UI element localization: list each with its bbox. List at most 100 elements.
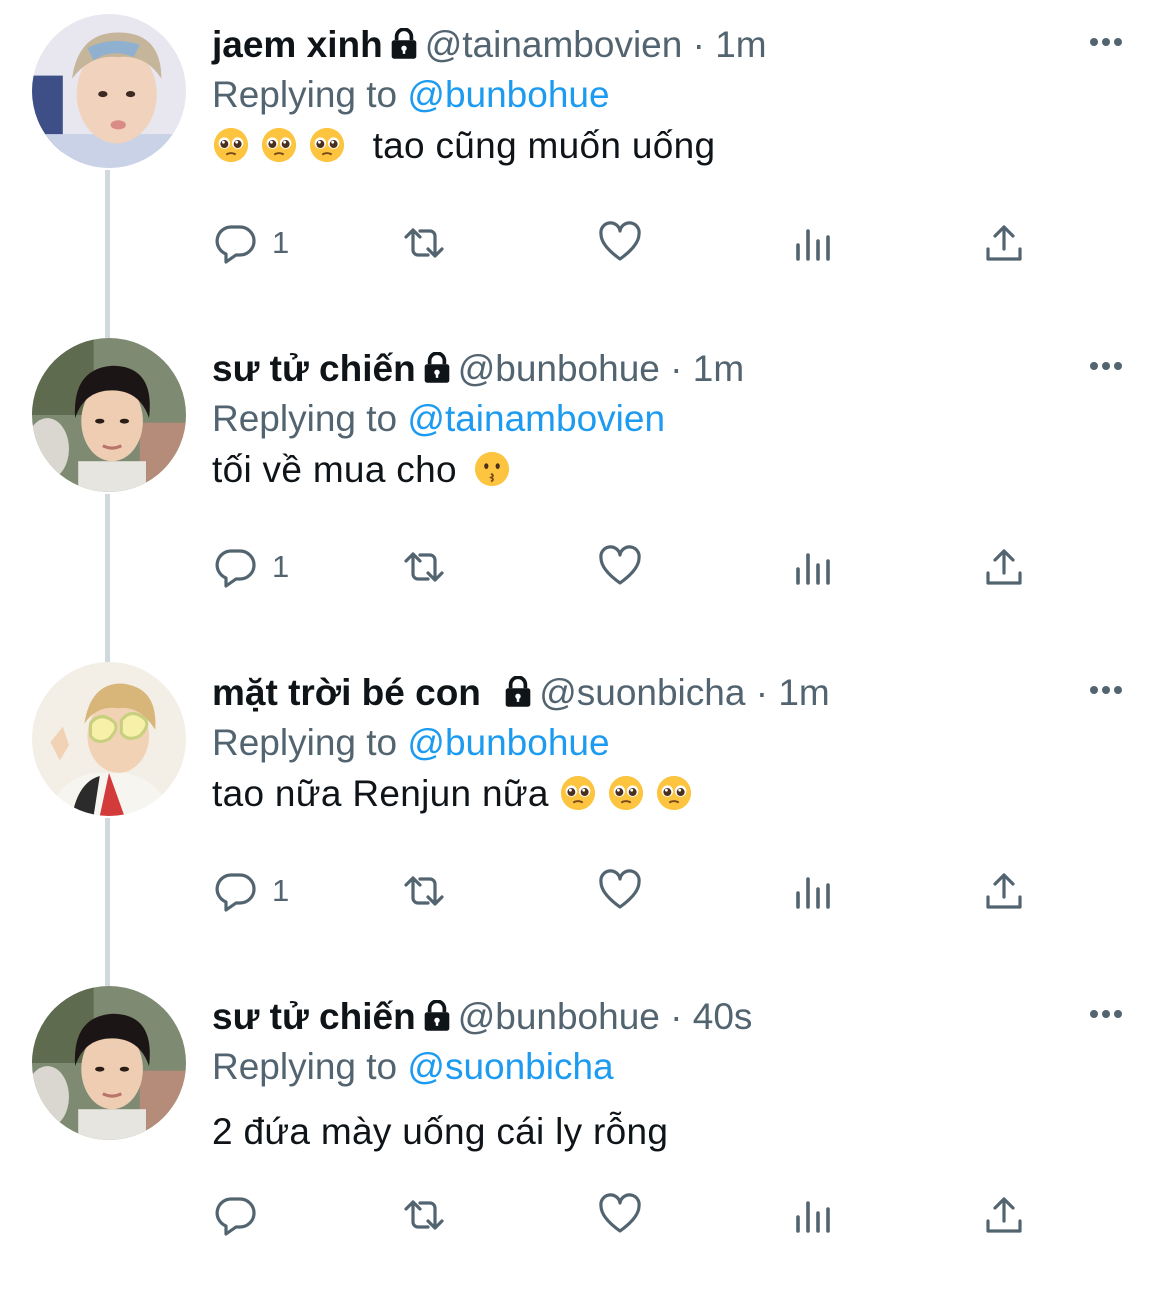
tweet-body: tao nữa Renjun nữa bbox=[212, 773, 549, 814]
retweet-button[interactable] bbox=[400, 218, 448, 268]
tweet-text: tao cũng muốn uống bbox=[212, 118, 715, 174]
reply-count: 1 bbox=[272, 549, 290, 584]
retweet-button[interactable] bbox=[400, 866, 448, 916]
user-handle[interactable]: @bunbohue bbox=[458, 996, 660, 1037]
reply-mention-link[interactable]: @bunbohue bbox=[407, 722, 609, 763]
tweet-actions: 1 bbox=[212, 866, 1062, 916]
pleading-face-emoji bbox=[559, 774, 597, 812]
reply-icon[interactable] bbox=[212, 543, 260, 591]
tweet[interactable]: mặt trời bé con @suonbicha · 1m Replying… bbox=[0, 648, 1170, 972]
avatar[interactable] bbox=[32, 14, 186, 168]
views-chart-icon[interactable] bbox=[790, 867, 838, 915]
separator-dot: · bbox=[670, 996, 683, 1037]
tweet-body: tối về mua cho bbox=[212, 449, 457, 490]
views-chart-icon[interactable] bbox=[790, 219, 838, 267]
pleading-face-emoji bbox=[607, 774, 645, 812]
reply-button[interactable]: 1 bbox=[212, 218, 289, 268]
retweet-button[interactable] bbox=[400, 1190, 448, 1240]
views-button[interactable] bbox=[790, 1190, 838, 1240]
retweet-icon[interactable] bbox=[400, 543, 448, 591]
heart-icon[interactable] bbox=[596, 543, 644, 591]
tweet[interactable]: jaem xinh @tainambovien · 1m Replying to … bbox=[0, 0, 1170, 324]
pleading-face-emoji bbox=[260, 126, 298, 164]
views-button[interactable] bbox=[790, 866, 838, 916]
tweet-actions: 1 bbox=[212, 218, 1062, 268]
lock-icon bbox=[389, 23, 419, 73]
tweet[interactable]: sư tử chiến @bunbohue · 40s Replying to @… bbox=[0, 972, 1170, 1296]
heart-icon[interactable] bbox=[596, 219, 644, 267]
reply-mention-link[interactable]: @tainambovien bbox=[407, 398, 665, 439]
heart-icon[interactable] bbox=[596, 867, 644, 915]
timestamp[interactable]: 1m bbox=[778, 672, 829, 713]
share-icon[interactable] bbox=[980, 219, 1028, 267]
display-name[interactable]: sư tử chiến bbox=[212, 348, 416, 389]
tweet-body: 2 đứa mày uống cái ly rỗng bbox=[212, 1111, 669, 1152]
like-button[interactable] bbox=[596, 218, 644, 268]
replying-to: Replying to @bunbohue bbox=[212, 70, 610, 120]
reply-icon[interactable] bbox=[212, 219, 260, 267]
user-handle[interactable]: @tainambovien bbox=[425, 24, 683, 65]
replying-to: Replying to @bunbohue bbox=[212, 718, 610, 768]
avatar[interactable] bbox=[32, 662, 186, 816]
share-button[interactable] bbox=[980, 542, 1028, 592]
tweet-header: sư tử chiến @bunbohue · 1m bbox=[212, 344, 744, 394]
like-button[interactable] bbox=[596, 1190, 644, 1240]
replying-to-label: Replying to bbox=[212, 74, 398, 115]
reply-button[interactable] bbox=[212, 1190, 272, 1240]
tweet-text: 2 đứa mày uống cái ly rỗng bbox=[212, 1104, 668, 1160]
separator-dot: · bbox=[692, 24, 705, 65]
like-button[interactable] bbox=[596, 542, 644, 592]
more-dots-icon[interactable] bbox=[1086, 22, 1126, 62]
tweet-text: tao nữa Renjun nữa bbox=[212, 766, 703, 822]
display-name[interactable]: sư tử chiến bbox=[212, 996, 416, 1037]
retweet-icon[interactable] bbox=[400, 219, 448, 267]
replying-to-label: Replying to bbox=[212, 722, 398, 763]
reply-button[interactable]: 1 bbox=[212, 542, 289, 592]
share-button[interactable] bbox=[980, 218, 1028, 268]
lock-icon bbox=[422, 347, 452, 397]
reply-icon[interactable] bbox=[212, 1191, 260, 1239]
share-button[interactable] bbox=[980, 1190, 1028, 1240]
separator-dot: · bbox=[670, 348, 683, 389]
avatar[interactable] bbox=[32, 338, 186, 492]
views-button[interactable] bbox=[790, 218, 838, 268]
reply-mention-link[interactable]: @suonbicha bbox=[407, 1046, 613, 1087]
heart-icon[interactable] bbox=[596, 1191, 644, 1239]
retweet-icon[interactable] bbox=[400, 1191, 448, 1239]
reply-button[interactable]: 1 bbox=[212, 866, 289, 916]
lock-icon bbox=[422, 995, 452, 1045]
tweet[interactable]: sư tử chiến @bunbohue · 1m Replying to @t… bbox=[0, 324, 1170, 648]
tweet-header: mặt trời bé con @suonbicha · 1m bbox=[212, 668, 830, 718]
timestamp[interactable]: 1m bbox=[693, 348, 744, 389]
timestamp[interactable]: 40s bbox=[693, 996, 753, 1037]
timestamp[interactable]: 1m bbox=[715, 24, 766, 65]
display-name[interactable]: jaem xinh bbox=[212, 24, 383, 65]
tweet-actions bbox=[212, 1190, 1062, 1240]
avatar[interactable] bbox=[32, 986, 186, 1140]
display-name[interactable]: mặt trời bé con bbox=[212, 672, 481, 713]
tweet-header: sư tử chiến @bunbohue · 40s bbox=[212, 992, 752, 1042]
reply-icon[interactable] bbox=[212, 867, 260, 915]
share-button[interactable] bbox=[980, 866, 1028, 916]
share-icon[interactable] bbox=[980, 867, 1028, 915]
views-chart-icon[interactable] bbox=[790, 1191, 838, 1239]
more-dots-icon[interactable] bbox=[1086, 994, 1126, 1034]
separator-dot: · bbox=[755, 672, 769, 713]
like-button[interactable] bbox=[596, 866, 644, 916]
user-handle[interactable]: @suonbicha bbox=[539, 672, 745, 713]
more-dots-icon[interactable] bbox=[1086, 346, 1126, 386]
pleading-face-emoji bbox=[308, 126, 346, 164]
share-icon[interactable] bbox=[980, 543, 1028, 591]
tweet-header: jaem xinh @tainambovien · 1m bbox=[212, 20, 767, 70]
reply-count: 1 bbox=[272, 225, 290, 260]
user-handle[interactable]: @bunbohue bbox=[458, 348, 660, 389]
more-dots-icon[interactable] bbox=[1086, 670, 1126, 710]
retweet-button[interactable] bbox=[400, 542, 448, 592]
retweet-icon[interactable] bbox=[400, 867, 448, 915]
reply-mention-link[interactable]: @bunbohue bbox=[407, 74, 609, 115]
views-chart-icon[interactable] bbox=[790, 543, 838, 591]
views-button[interactable] bbox=[790, 542, 838, 592]
pleading-face-emoji bbox=[655, 774, 693, 812]
kissing-face-emoji bbox=[473, 450, 511, 488]
share-icon[interactable] bbox=[980, 1191, 1028, 1239]
